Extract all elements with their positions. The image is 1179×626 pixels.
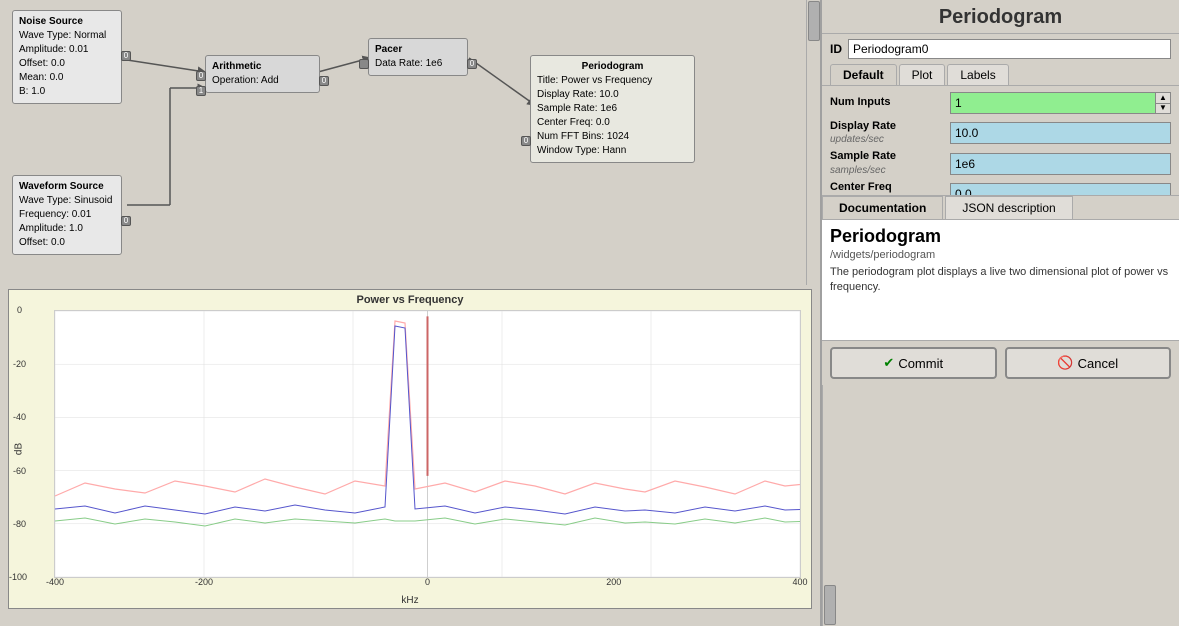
arithmetic-title: Arithmetic [212,60,313,74]
property-tabs: Default Plot Labels [822,64,1179,86]
num-inputs-up[interactable]: ▲ [1156,93,1170,104]
doc-text: The periodogram plot displays a live two… [830,265,1171,296]
flow-scrollbar[interactable] [806,0,820,285]
scrollbar-thumb[interactable] [808,1,820,41]
chart-area: Power vs Frequency Ch0 Max0 Min0 dB [8,289,812,609]
x-tick-n400: -400 [46,577,64,587]
noise-offset: Offset: 0.0 [19,57,115,71]
prop-sample-rate: Sample Ratesamples/sec [830,150,1171,176]
pacer-in-port[interactable] [359,59,369,69]
pacer-title: Pacer [375,43,461,57]
arithmetic-node[interactable]: Arithmetic Operation: Add 0 1 0 [205,55,320,93]
noise-mean: Mean: 0.0 [19,71,115,85]
peri-num-fft-bins: Num FFT Bins: 1024 [537,130,688,144]
y-tick-80: -80 [13,519,26,529]
x-tick-0: 0 [425,577,430,587]
cancel-button[interactable]: 🚫 Cancel [1005,347,1172,379]
id-label: ID [830,42,842,56]
periodogram-node-title: Periodogram [537,60,688,74]
waveform-frequency: Frequency: 0.01 [19,208,115,222]
x-tick-n200: -200 [195,577,213,587]
num-inputs-down[interactable]: ▼ [1156,104,1170,114]
arithmetic-in0-port[interactable]: 0 [196,71,206,81]
doc-content: Periodogram /widgets/periodogram The per… [822,220,1179,340]
display-rate-input[interactable] [950,122,1171,144]
y-tick-0: 0 [17,305,22,315]
y-tick-40: -40 [13,412,26,422]
doc-tab-documentation[interactable]: Documentation [822,196,943,219]
chart-plot: 0 -20 -40 -60 -80 -100 -400 -200 0 200 4… [54,310,801,578]
periodogram-flow-node[interactable]: Periodogram Title: Power vs Frequency Di… [530,55,695,163]
waveform-out-port[interactable]: 0 [121,216,131,226]
waveform-wave-type: Wave Type: Sinusoid [19,194,115,208]
noise-out-port[interactable]: 0 [121,51,131,61]
chart-title: Power vs Frequency [9,290,811,310]
waveform-offset: Offset: 0.0 [19,236,115,250]
commit-icon: ✔ [883,355,894,371]
doc-title: Periodogram [830,226,1171,247]
y-tick-20: -20 [13,359,26,369]
prop-num-inputs-spinner: ▲ ▼ [950,92,1171,114]
waveform-source-node[interactable]: Waveform Source Wave Type: Sinusoid Freq… [12,175,122,255]
tab-plot[interactable]: Plot [899,64,946,85]
arithmetic-out-port[interactable]: 0 [319,76,329,86]
waveform-source-title: Waveform Source [19,180,115,194]
prop-sample-rate-label: Sample Ratesamples/sec [830,150,950,176]
right-scrollbar-thumb[interactable] [824,585,836,625]
pacer-node[interactable]: Pacer Data Rate: 1e6 0 [368,38,468,76]
x-tick-400: 400 [792,577,807,587]
chart-svg [55,311,800,577]
doc-path: /widgets/periodogram [830,249,1171,261]
prop-display-rate: Display Rateupdates/sec [830,120,1171,146]
prop-center-freq: Center FreqHz [830,181,1171,195]
peri-window-type: Window Type: Hann [537,144,688,158]
noise-source-node[interactable]: Noise Source Wave Type: Normal Amplitude… [12,10,122,104]
flow-area: Noise Source Wave Type: Normal Amplitude… [0,0,820,285]
arithmetic-in1-port[interactable]: 1 [196,86,206,96]
num-inputs-spinner-btns: ▲ ▼ [1156,92,1171,114]
peri-in-port[interactable]: 0 [521,136,531,146]
noise-wave-type: Wave Type: Normal [19,29,115,43]
commit-button[interactable]: ✔ Commit [830,347,997,379]
cancel-icon: 🚫 [1057,355,1073,371]
tab-default[interactable]: Default [830,64,897,85]
id-row: ID [822,34,1179,64]
prop-num-inputs: Num Inputs ▲ ▼ [830,90,1171,116]
num-inputs-input[interactable] [950,92,1156,114]
right-panel-scrollbar[interactable] [822,385,836,626]
y-axis-label: dB [14,443,25,455]
doc-tab-json[interactable]: JSON description [945,196,1072,219]
peri-display-rate: Display Rate: 10.0 [537,88,688,102]
left-panel: Noise Source Wave Type: Normal Amplitude… [0,0,820,626]
x-tick-200: 200 [606,577,621,587]
action-buttons: ✔ Commit 🚫 Cancel [822,340,1179,385]
peri-title-line: Title: Power vs Frequency [537,74,688,88]
peri-sample-rate: Sample Rate: 1e6 [537,102,688,116]
x-axis-label: kHz [401,595,418,606]
sample-rate-input[interactable] [950,153,1171,175]
prop-display-rate-label: Display Rateupdates/sec [830,120,950,146]
tab-labels[interactable]: Labels [947,64,1008,85]
noise-source-title: Noise Source [19,15,115,29]
properties-panel: Num Inputs ▲ ▼ Display Rateupdates/sec S… [822,86,1179,195]
panel-title: Periodogram [822,0,1179,34]
prop-num-inputs-label: Num Inputs [830,96,950,109]
center-freq-input[interactable] [950,183,1171,195]
right-panel: Periodogram ID Default Plot Labels Num I… [820,0,1179,626]
peri-center-freq: Center Freq: 0.0 [537,116,688,130]
documentation-section: Documentation JSON description Periodogr… [822,195,1179,340]
prop-center-freq-label: Center FreqHz [830,181,950,195]
pacer-data-rate: Data Rate: 1e6 [375,57,461,71]
commit-label: Commit [898,356,943,371]
cancel-label: Cancel [1078,356,1118,371]
waveform-amplitude: Amplitude: 1.0 [19,222,115,236]
noise-amplitude: Amplitude: 0.01 [19,43,115,57]
arithmetic-operation: Operation: Add [212,74,313,88]
pacer-out-port[interactable]: 0 [467,59,477,69]
doc-tabs: Documentation JSON description [822,196,1179,220]
noise-b: B: 1.0 [19,85,115,99]
y-tick-100: -100 [9,572,27,582]
id-input[interactable] [848,39,1171,59]
y-tick-60: -60 [13,466,26,476]
